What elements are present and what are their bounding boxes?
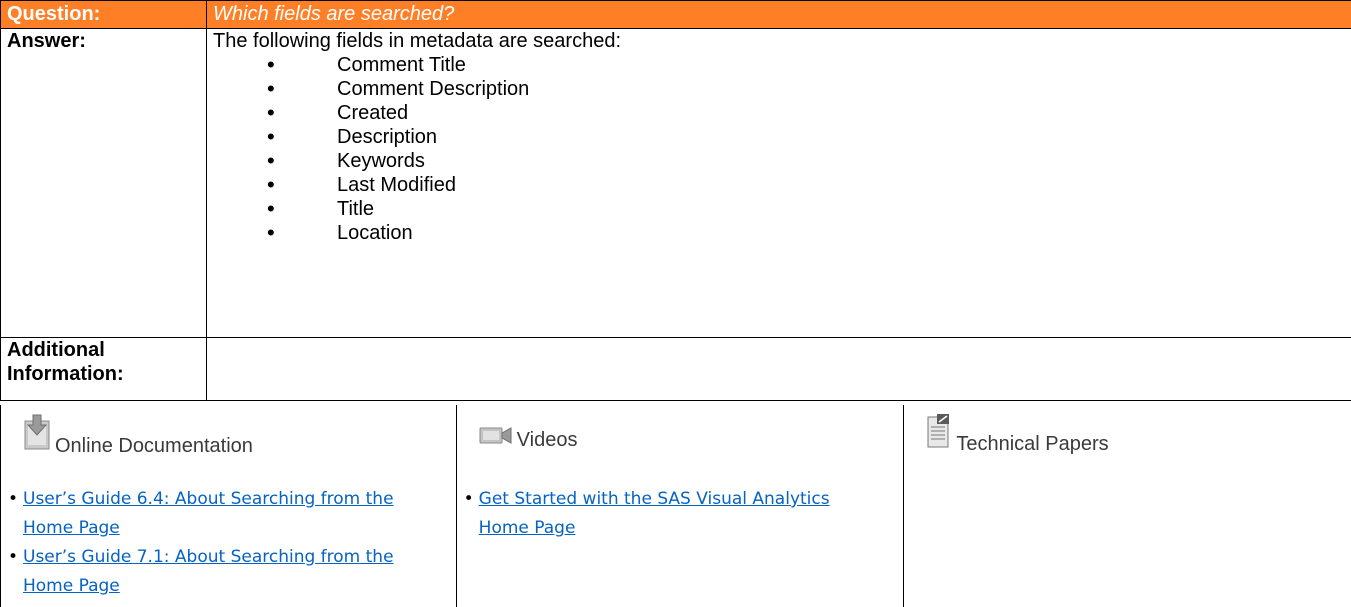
- faq-table: Question: Which fields are searched? Ans…: [0, 0, 1351, 401]
- online-documentation-panel: Online Documentation User’s Guide 6.4: A…: [1, 405, 457, 607]
- list-item: User’s Guide 6.4: About Searching from t…: [1, 485, 423, 543]
- faq-sheet: Question: Which fields are searched? Ans…: [0, 0, 1351, 607]
- video-camera-icon: [479, 425, 513, 451]
- question-text-cell: Which fields are searched?: [206, 0, 1351, 29]
- technical-papers-header: Technical Papers: [926, 413, 1109, 455]
- technical-papers-title: Technical Papers: [956, 433, 1109, 455]
- users-guide-7-1-link[interactable]: User’s Guide 7.1: About Searching from t…: [23, 547, 394, 596]
- additional-label-cell: Additional Information:: [0, 337, 207, 401]
- additional-info-row: Additional Information:: [0, 337, 1351, 401]
- answer-row: Answer: The following fields in metadata…: [0, 28, 1351, 338]
- answer-label-cell: Answer:: [0, 28, 207, 338]
- additional-label-line1: Additional: [7, 339, 105, 361]
- resources-section: Online Documentation User’s Guide 6.4: A…: [0, 405, 1351, 607]
- download-document-icon: [23, 413, 51, 457]
- online-documentation-links: User’s Guide 6.4: About Searching from t…: [1, 485, 423, 601]
- field-item: Keywords: [213, 149, 1345, 173]
- additional-label-line2: Information:: [7, 363, 124, 385]
- paper-document-icon: [926, 413, 952, 455]
- question-text: Which fields are searched?: [213, 3, 455, 25]
- field-item: Last Modified: [213, 173, 1345, 197]
- field-item: Location: [213, 221, 1345, 245]
- field-item: Comment Title: [213, 53, 1345, 77]
- answer-intro: The following fields in metadata are sea…: [213, 30, 622, 52]
- question-label-cell: Question:: [0, 0, 207, 29]
- field-item: Comment Description: [213, 77, 1345, 101]
- additional-content-cell: [206, 337, 1351, 401]
- searched-fields-list: Comment Title Comment Description Create…: [213, 53, 1345, 245]
- videos-panel: Videos Get Started with the SAS Visual A…: [457, 405, 905, 607]
- question-row: Question: Which fields are searched?: [0, 0, 1351, 29]
- technical-papers-panel: Technical Papers: [904, 405, 1351, 607]
- videos-title: Videos: [516, 429, 578, 451]
- field-item: Created: [213, 101, 1345, 125]
- answer-content-cell: The following fields in metadata are sea…: [206, 28, 1351, 338]
- answer-label: Answer:: [7, 30, 86, 52]
- list-item: Get Started with the SAS Visual Analytic…: [457, 485, 839, 543]
- question-label: Question:: [7, 3, 101, 25]
- videos-header: Videos: [479, 425, 578, 451]
- online-documentation-title: Online Documentation: [55, 435, 253, 457]
- get-started-video-link[interactable]: Get Started with the SAS Visual Analytic…: [479, 489, 830, 538]
- users-guide-6-4-link[interactable]: User’s Guide 6.4: About Searching from t…: [23, 489, 394, 538]
- videos-links: Get Started with the SAS Visual Analytic…: [457, 485, 839, 543]
- online-documentation-header: Online Documentation: [23, 413, 253, 457]
- list-item: User’s Guide 7.1: About Searching from t…: [1, 543, 423, 601]
- field-item: Title: [213, 197, 1345, 221]
- field-item: Description: [213, 125, 1345, 149]
